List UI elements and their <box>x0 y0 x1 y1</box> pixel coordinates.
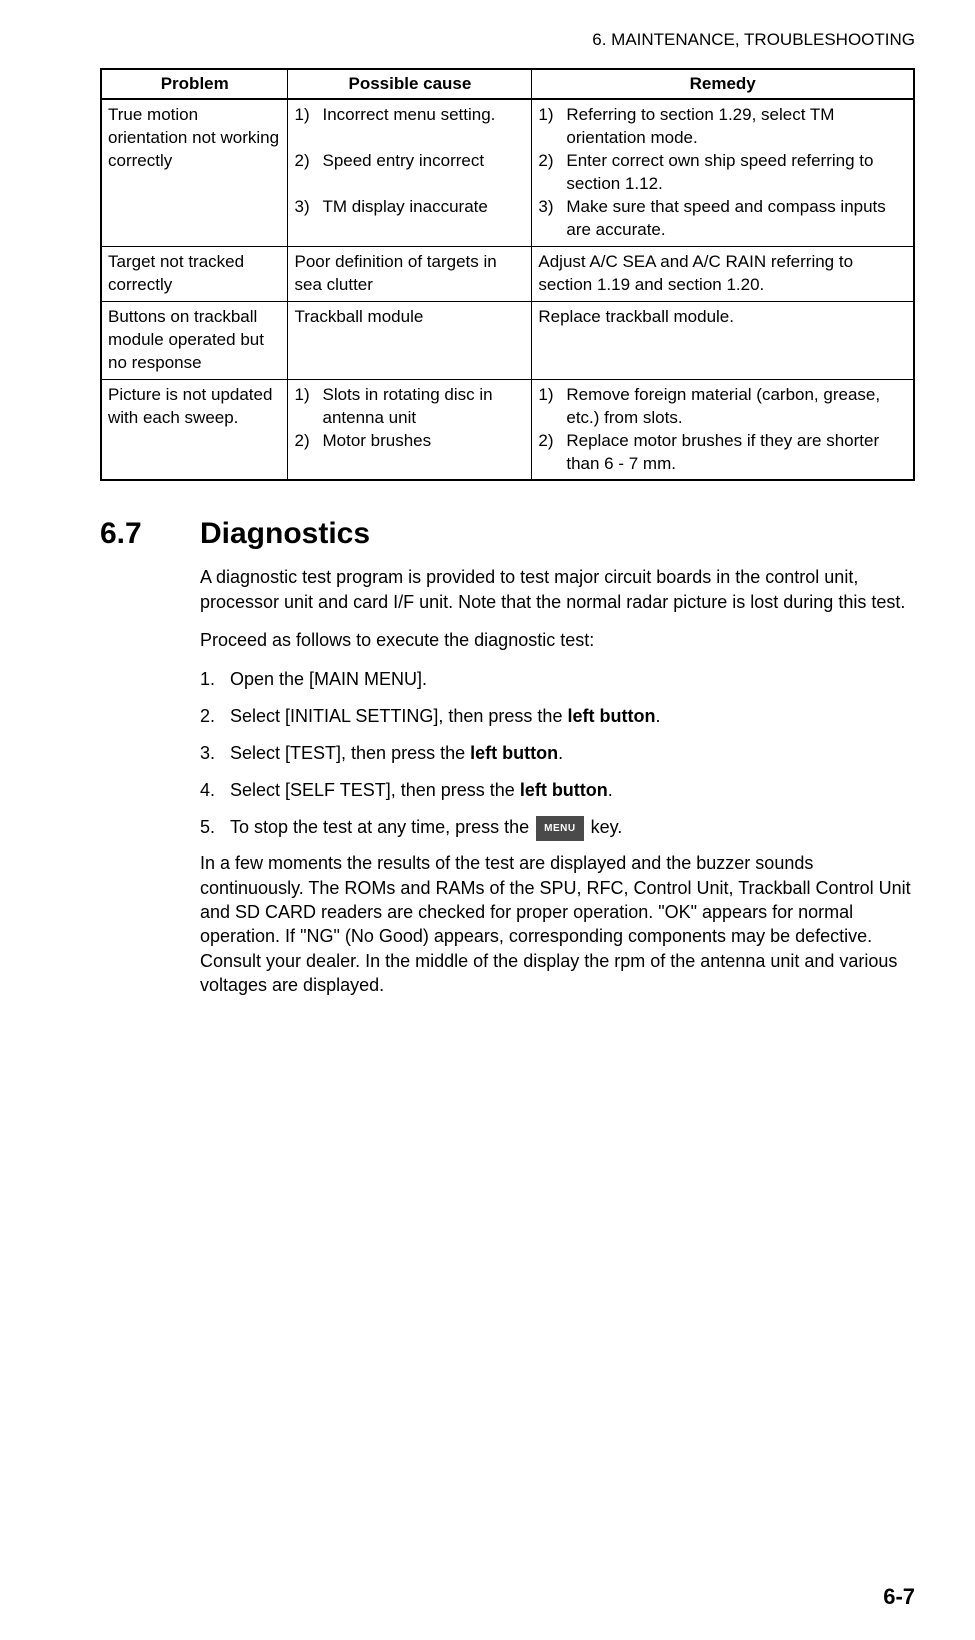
list-text: Enter correct own ship speed referring t… <box>566 150 907 196</box>
step-num: 3. <box>200 740 230 767</box>
cell-remedy: Adjust A/C SEA and A/C RAIN referring to… <box>532 247 914 302</box>
cell-text: Trackball module <box>294 307 423 326</box>
step-content: Open the [MAIN MENU]. <box>230 666 915 693</box>
troubleshooting-table: Problem Possible cause Remedy True motio… <box>100 68 915 481</box>
section-proceed: Proceed as follows to execute the diagno… <box>200 628 915 652</box>
list-num: 2) <box>538 430 566 453</box>
step-num: 1. <box>200 666 230 693</box>
list-text: Referring to section 1.29, select TM ori… <box>566 104 907 150</box>
text: To stop the test at any time, press the <box>230 817 534 837</box>
th-remedy: Remedy <box>532 69 914 99</box>
page-number: 6-7 <box>883 1584 915 1610</box>
text: Open the [MAIN MENU]. <box>230 669 427 689</box>
section-title-text: Diagnostics <box>200 517 370 551</box>
list-text: Motor brushes <box>322 430 525 453</box>
text: . <box>655 706 660 726</box>
step-num: 5. <box>200 814 230 841</box>
list-num: 1) <box>294 384 322 407</box>
list-num: 2) <box>294 430 322 453</box>
section-outro: In a few moments the results of the test… <box>200 851 915 997</box>
step-num: 2. <box>200 703 230 730</box>
step-num: 4. <box>200 777 230 804</box>
bold-text: left button <box>567 706 655 726</box>
step-content: Select [TEST], then press the left butto… <box>230 740 915 767</box>
list-num: 1) <box>538 384 566 407</box>
list-num: 2) <box>538 150 566 173</box>
text: Select [SELF TEST], then press the <box>230 780 520 800</box>
step-content: Select [SELF TEST], then press the left … <box>230 777 915 804</box>
list-num: 2) <box>294 150 322 173</box>
list-text: Slots in rotating disc in antenna unit <box>322 384 525 430</box>
step-item: 1.Open the [MAIN MENU]. <box>200 666 915 693</box>
cell-text: Adjust A/C SEA and A/C RAIN referring to… <box>538 252 853 294</box>
list-num: 1) <box>294 104 322 127</box>
text: . <box>608 780 613 800</box>
list-text: TM display inaccurate <box>322 196 525 219</box>
cell-cause: Trackball module <box>288 301 532 379</box>
cell-problem: Buttons on trackball module operated but… <box>101 301 288 379</box>
list-text: Remove foreign material (carbon, grease,… <box>566 384 907 430</box>
chapter-header: 6. MAINTENANCE, TROUBLESHOOTING <box>100 30 915 50</box>
cell-cause: Poor definition of targets in sea clutte… <box>288 247 532 302</box>
step-content: To stop the test at any time, press the … <box>230 814 915 841</box>
section-heading: 6.7 Diagnostics <box>100 517 915 551</box>
text: . <box>558 743 563 763</box>
th-problem: Problem <box>101 69 288 99</box>
table-row: Picture is not updated with each sweep.1… <box>101 379 914 480</box>
cell-cause: 1)Incorrect menu setting.2)Speed entry i… <box>288 99 532 247</box>
cell-problem: Picture is not updated with each sweep. <box>101 379 288 480</box>
list-num: 3) <box>538 196 566 219</box>
th-cause: Possible cause <box>288 69 532 99</box>
step-item: 4.Select [SELF TEST], then press the lef… <box>200 777 915 804</box>
list-text: Incorrect menu setting. <box>322 104 525 127</box>
step-item: 2.Select [INITIAL SETTING], then press t… <box>200 703 915 730</box>
text: Select [TEST], then press the <box>230 743 470 763</box>
step-item: 3.Select [TEST], then press the left but… <box>200 740 915 767</box>
section-intro: A diagnostic test program is provided to… <box>200 565 915 614</box>
list-text: Speed entry incorrect <box>322 150 525 173</box>
cell-remedy: Replace trackball module. <box>532 301 914 379</box>
bold-text: left button <box>470 743 558 763</box>
cell-problem: True motion orientation not working corr… <box>101 99 288 247</box>
table-row: Buttons on trackball module operated but… <box>101 301 914 379</box>
list-text: Make sure that speed and compass inputs … <box>566 196 907 242</box>
cell-text: Replace trackball module. <box>538 307 734 326</box>
step-item: 5.To stop the test at any time, press th… <box>200 814 915 841</box>
section-number: 6.7 <box>100 517 200 551</box>
cell-remedy: 1)Remove foreign material (carbon, greas… <box>532 379 914 480</box>
bold-text: left button <box>520 780 608 800</box>
text: Select [INITIAL SETTING], then press the <box>230 706 567 726</box>
cell-problem: Target not tracked correctly <box>101 247 288 302</box>
cell-remedy: 1)Referring to section 1.29, select TM o… <box>532 99 914 247</box>
menu-key-icon: MENU <box>536 816 583 841</box>
table-row: Target not tracked correctlyPoor definit… <box>101 247 914 302</box>
list-text: Replace motor brushes if they are shorte… <box>566 430 907 476</box>
text: key. <box>586 817 623 837</box>
step-content: Select [INITIAL SETTING], then press the… <box>230 703 915 730</box>
list-num: 3) <box>294 196 322 219</box>
cell-text: Poor definition of targets in sea clutte… <box>294 252 496 294</box>
steps-list: 1.Open the [MAIN MENU].2.Select [INITIAL… <box>200 666 915 841</box>
cell-cause: 1)Slots in rotating disc in antenna unit… <box>288 379 532 480</box>
table-row: True motion orientation not working corr… <box>101 99 914 247</box>
list-num: 1) <box>538 104 566 127</box>
